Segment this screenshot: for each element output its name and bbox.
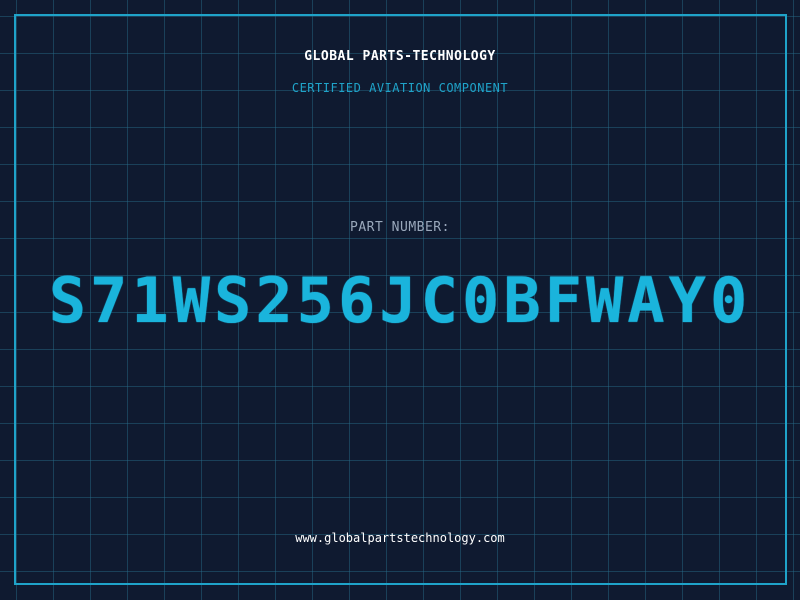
tagline: CERTIFIED AVIATION COMPONENT [291,81,509,95]
part-number-value: S71WS256JC0BFWAY0 [48,264,752,337]
company-name: GLOBAL PARTS-TECHNOLOGY [304,49,496,64]
part-number-label: PART NUMBER: [350,220,450,235]
website-url: www.globalpartstechnology.com [295,531,505,545]
